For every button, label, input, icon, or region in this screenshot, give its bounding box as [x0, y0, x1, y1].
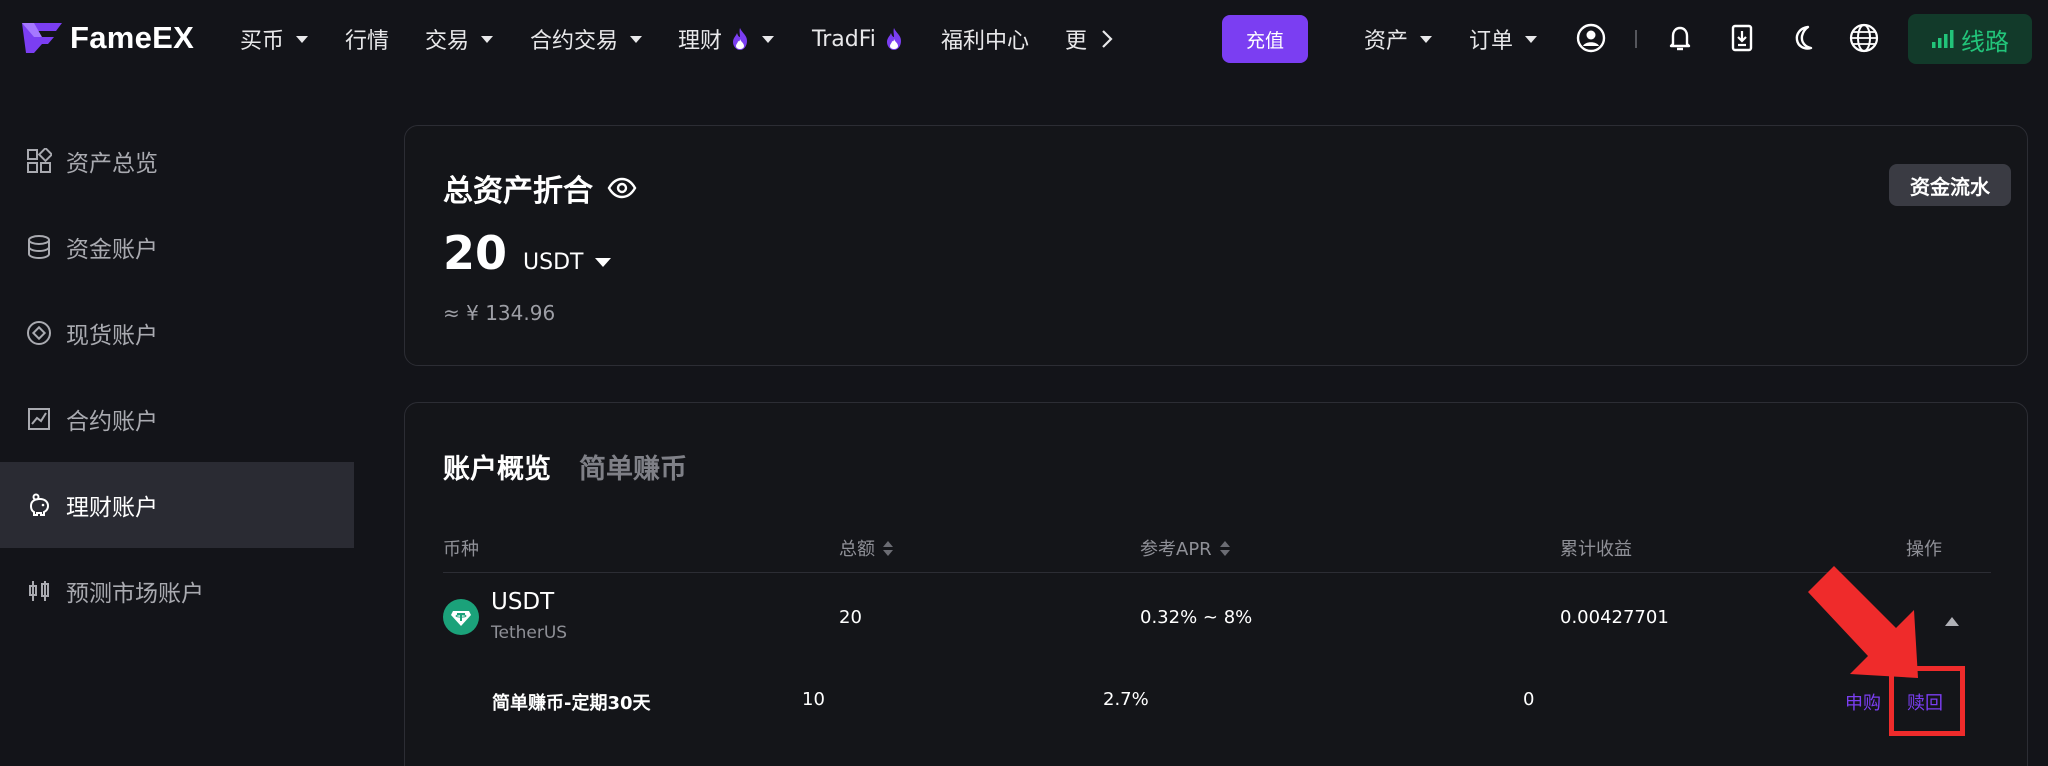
nav-label: 合约交易	[530, 29, 619, 54]
coin-full-name: TetherUS	[491, 623, 568, 643]
fund-flow-button[interactable]: 资金流水	[1889, 164, 2011, 206]
balance-display: 20 USDT	[443, 226, 612, 280]
dark-mode-moon-icon[interactable]	[1786, 20, 1822, 56]
coin-earnings: 0.00427701	[1560, 607, 1669, 628]
balance-cny-equivalent: ≈ ¥ 134.96	[443, 301, 556, 325]
nav-rewards-center[interactable]: 福利中心	[941, 22, 1029, 56]
sub-product-earnings: 0	[1523, 689, 1535, 710]
database-icon	[28, 235, 50, 260]
nav-earn[interactable]: 理财	[678, 22, 775, 56]
total-assets-title: 总资产折合	[443, 174, 593, 209]
caret-down-icon	[296, 35, 309, 43]
nav-buy-crypto[interactable]: 买币	[240, 22, 309, 56]
account-tabs: 账户概览 简单赚币	[443, 447, 687, 486]
download-app-icon[interactable]	[1724, 20, 1760, 56]
column-label: 参考APR	[1140, 539, 1212, 560]
line-label: 线路	[1961, 27, 2009, 56]
nav-label: 更	[1065, 29, 1088, 54]
signal-bars-icon	[1932, 30, 1954, 48]
sidebar-item-label: 资金账户	[66, 237, 158, 263]
sidebar-item-prediction-market-account[interactable]: 预测市场账户	[0, 548, 354, 634]
nav-label: 订单	[1469, 29, 1514, 54]
grid-icon	[27, 148, 52, 173]
sort-icon	[883, 540, 893, 556]
fameex-logo[interactable]: FameEX	[20, 18, 194, 58]
divider	[1635, 30, 1637, 48]
target-icon	[27, 321, 51, 345]
sidebar-item-label: 资产总览	[66, 151, 158, 177]
deposit-button[interactable]: 充值	[1222, 15, 1308, 63]
total-assets-heading: 总资产折合	[443, 166, 637, 210]
sub-product-name: 简单赚币-定期30天	[492, 693, 651, 714]
nav-trade[interactable]: 交易	[425, 22, 494, 56]
fire-icon	[733, 28, 748, 50]
sidebar-item-label: 理财账户	[66, 495, 158, 521]
sidebar-item-label: 预测市场账户	[66, 581, 204, 607]
nav-label: 资产	[1364, 29, 1409, 54]
total-assets-card: 总资产折合 资金流水 20 USDT ≈ ¥ 134.96	[404, 125, 2028, 366]
column-header-coin: 币种	[443, 539, 479, 560]
column-label: 总额	[839, 539, 875, 560]
nav-tradfi[interactable]: TradFi	[812, 22, 904, 56]
eye-icon[interactable]	[607, 177, 637, 199]
red-highlight-box	[1889, 666, 1965, 736]
coin-apr: 0.32% ~ 8%	[1140, 607, 1253, 628]
nav-assets[interactable]: 资产	[1364, 22, 1433, 56]
nav-label: 福利中心	[941, 29, 1030, 54]
nav-label: 买币	[240, 29, 285, 54]
sidebar-item-funding-account[interactable]: 资金账户	[0, 204, 354, 290]
sort-icon	[1219, 540, 1230, 556]
sidebar-item-futures-account[interactable]: 合约账户	[0, 376, 354, 462]
tab-simple-earn[interactable]: 简单赚币	[579, 447, 687, 486]
caret-down-icon	[1525, 35, 1538, 43]
tab-account-overview[interactable]: 账户概览	[443, 447, 551, 486]
caret-up-icon[interactable]	[1945, 617, 1959, 626]
network-line-button[interactable]: 线路	[1908, 14, 2032, 64]
column-header-earnings: 累计收益	[1560, 539, 1632, 560]
column-header-actions: 操作	[1906, 539, 1942, 560]
nav-label: 行情	[345, 29, 390, 54]
balance-amount: 20	[443, 226, 508, 280]
piggy-bank-icon	[29, 493, 50, 516]
fire-icon	[886, 28, 901, 50]
caret-down-icon	[481, 35, 494, 43]
sidebar-item-spot-account[interactable]: 现货账户	[0, 290, 354, 376]
brand-name: FameEX	[70, 20, 195, 55]
nav-label: 理财	[678, 29, 723, 54]
nav-label: 交易	[425, 29, 470, 54]
sub-product-total: 10	[802, 689, 825, 710]
nav-orders[interactable]: 订单	[1469, 22, 1538, 56]
notification-bell-icon[interactable]	[1662, 20, 1698, 56]
sub-product-apr: 2.7%	[1103, 689, 1149, 710]
sidebar: 资产总览 资金账户 现货账户 合约账户 理财账户 预测市场账户	[0, 78, 354, 766]
user-profile-icon[interactable]	[1573, 20, 1609, 56]
caret-down-icon	[1420, 35, 1433, 43]
chart-icon	[28, 408, 50, 430]
top-navigation: FameEX 买币 行情 交易 合约交易 理财 TradFi 福利中心 更 充值…	[0, 0, 2048, 78]
caret-down-icon	[630, 35, 643, 43]
column-header-apr[interactable]: 参考APR	[1140, 535, 1230, 561]
nav-label: TradFi	[812, 26, 876, 52]
nav-more[interactable]: 更	[1065, 22, 1113, 56]
nav-futures[interactable]: 合约交易	[530, 22, 643, 56]
chevron-right-icon	[1102, 30, 1113, 48]
candlestick-icon	[29, 581, 49, 601]
table-header: 币种 总额 参考APR 累计收益 操作	[443, 531, 1991, 573]
table-row[interactable]: USDT TetherUS 20 0.32% ~ 8% 0.00427701	[443, 585, 1991, 665]
sidebar-item-label: 现货账户	[66, 323, 158, 349]
caret-down-icon	[595, 258, 612, 267]
coin-symbol: USDT	[491, 589, 555, 615]
usdt-coin-icon	[443, 599, 479, 635]
sidebar-item-earn-account[interactable]: 理财账户	[0, 462, 354, 548]
nav-markets[interactable]: 行情	[345, 22, 389, 56]
coin-total: 20	[839, 607, 862, 628]
currency-selector[interactable]: USDT	[523, 250, 612, 275]
currency-label: USDT	[523, 250, 584, 275]
sidebar-item-assets-overview[interactable]: 资产总览	[0, 118, 354, 204]
fameex-logo-icon	[22, 23, 62, 53]
sidebar-item-label: 合约账户	[66, 409, 158, 435]
language-globe-icon[interactable]	[1846, 20, 1882, 56]
caret-down-icon	[762, 35, 775, 43]
column-header-total[interactable]: 总额	[839, 535, 893, 561]
